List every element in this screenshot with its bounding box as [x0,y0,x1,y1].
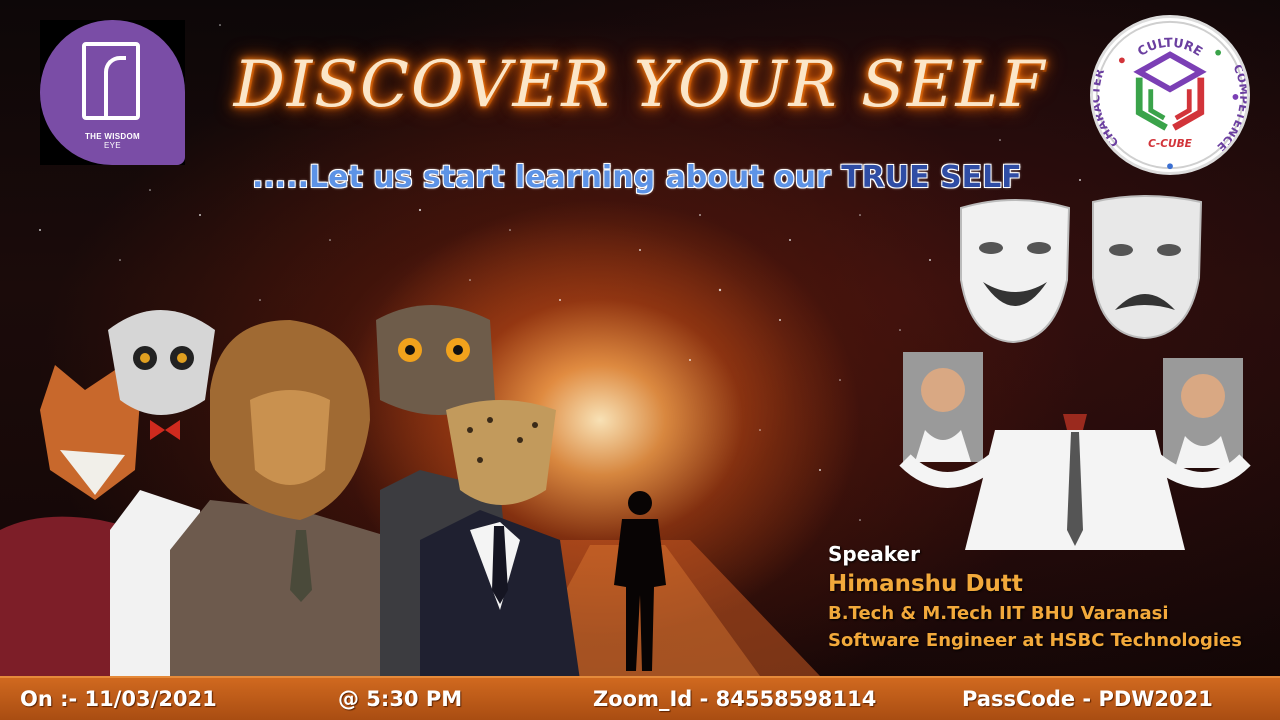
logo-brand-bold: THE WISDOM [85,132,140,141]
wisdom-eye-logo: THE WISDOM EYE [40,20,185,165]
speaker-education: B.Tech & M.Tech IIT BHU Varanasi [828,603,1169,624]
event-details-bar: On :- 11/03/2021 @ 5:30 PM Zoom_Id - 845… [0,676,1280,720]
poster-subtitle: .....Let us start learning about our TRU… [252,160,1022,195]
speaker-info: Speaker Himanshu Dutt B.Tech & M.Tech II… [828,542,1242,651]
logo-glyph-icon [82,42,140,120]
poster-title: DISCOVER YOUR SELF [233,48,1047,122]
speaker-occupation: Software Engineer at HSBC Technologies [828,630,1242,651]
logo-brand-text: THE WISDOM EYE [40,132,185,150]
logo-c-cube-text: C-CUBE [1148,138,1193,150]
animal-characters-illustration [0,305,580,680]
zoom-id: Zoom_Id - 84558598114 [593,687,877,711]
masked-person-illustration [899,352,1251,550]
logo-brand-rest: EYE [104,141,121,150]
speaker-name: Himanshu Dutt [828,571,1023,597]
speaker-label: Speaker [828,542,920,566]
theatre-masks-icon [960,195,1203,344]
subtitle-lead: .....Let us start learning about our [252,160,842,195]
c-cube-logo: CULTURE CHARACTER COMPETENCE C-CUBE [1090,15,1250,175]
event-date: On :- 11/03/2021 [20,687,217,711]
event-poster: THE WISDOM EYE DISCOVER YOUR SELF .....L… [0,0,1280,720]
event-time: @ 5:30 PM [338,687,463,711]
zoom-passcode: PassCode - PDW2021 [962,687,1213,711]
walking-man-silhouette [614,491,666,671]
